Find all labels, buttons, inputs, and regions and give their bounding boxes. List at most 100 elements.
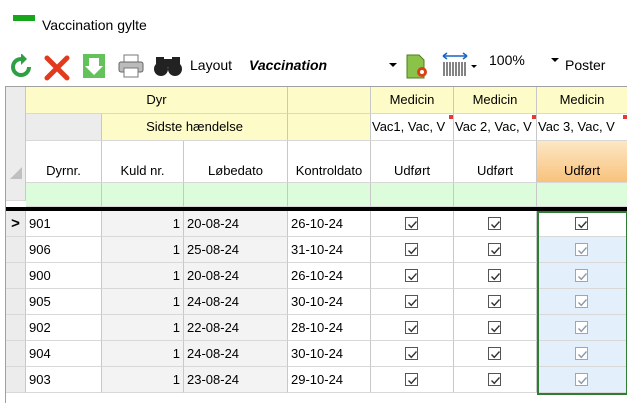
cell-udfort-1[interactable] <box>371 367 454 393</box>
checkbox[interactable] <box>405 321 418 334</box>
row-indicator[interactable] <box>6 263 26 289</box>
row-indicator[interactable] <box>6 315 26 341</box>
column-header-kuld-nr[interactable]: Kuld nr. <box>102 141 184 183</box>
cell-kuld-nr[interactable]: 1 <box>102 211 184 237</box>
cell-dyrnr[interactable]: 904 <box>26 341 102 367</box>
cell-dyrnr[interactable]: 900 <box>26 263 102 289</box>
checkbox[interactable] <box>488 243 501 256</box>
checkbox[interactable] <box>575 243 588 256</box>
cell-udfort-1[interactable] <box>371 211 454 237</box>
export-icon[interactable] <box>81 52 107 83</box>
cell-kontroldato[interactable]: 30-10-24 <box>288 341 371 367</box>
checkbox[interactable] <box>405 217 418 230</box>
checkbox[interactable] <box>488 295 501 308</box>
cell-kontroldato[interactable]: 31-10-24 <box>288 237 371 263</box>
cell-kontroldato[interactable]: 28-10-24 <box>288 315 371 341</box>
layout-select[interactable]: Vaccination <box>243 53 401 75</box>
row-indicator[interactable] <box>6 289 26 315</box>
cell-udfort-3[interactable] <box>537 367 627 393</box>
cell-lobedato[interactable]: 24-08-24 <box>184 289 288 315</box>
checkbox[interactable] <box>575 295 588 308</box>
filter-cell-dyrnr[interactable] <box>26 183 102 207</box>
zoom-select[interactable]: 100% <box>487 50 559 72</box>
cell-lobedato[interactable]: 25-08-24 <box>184 237 288 263</box>
cell-dyrnr[interactable]: 902 <box>26 315 102 341</box>
cell-udfort-1[interactable] <box>371 315 454 341</box>
cell-udfort-1[interactable] <box>371 341 454 367</box>
checkbox[interactable] <box>488 347 501 360</box>
cell-kontroldato[interactable]: 30-10-24 <box>288 289 371 315</box>
cell-lobedato[interactable]: 20-08-24 <box>184 211 288 237</box>
checkbox[interactable] <box>405 243 418 256</box>
cell-udfort-3[interactable] <box>537 263 627 289</box>
cell-udfort-2[interactable] <box>454 367 537 393</box>
checkbox[interactable] <box>488 269 501 282</box>
cell-kuld-nr[interactable]: 1 <box>102 367 184 393</box>
checkbox[interactable] <box>575 321 588 334</box>
filter-cell-udfort-2[interactable] <box>454 183 537 207</box>
checkbox[interactable] <box>488 217 501 230</box>
cell-udfort-2[interactable] <box>454 289 537 315</box>
cell-lobedato[interactable]: 23-08-24 <box>184 367 288 393</box>
checkbox[interactable] <box>405 373 418 386</box>
cell-kuld-nr[interactable]: 1 <box>102 315 184 341</box>
filter-cell-kontroldato[interactable] <box>288 183 371 207</box>
column-header-dyrnr[interactable]: Dyrnr. <box>26 141 102 183</box>
cell-dyrnr[interactable]: 905 <box>26 289 102 315</box>
checkbox[interactable] <box>405 295 418 308</box>
column-header-udfort-2[interactable]: Udført <box>454 141 537 183</box>
cell-kontroldato[interactable]: 26-10-24 <box>288 263 371 289</box>
cell-udfort-2[interactable] <box>454 315 537 341</box>
checkbox[interactable] <box>488 321 501 334</box>
cell-udfort-2[interactable] <box>454 211 537 237</box>
cell-udfort-3[interactable] <box>537 237 627 263</box>
cell-kuld-nr[interactable]: 1 <box>102 263 184 289</box>
checkbox[interactable] <box>405 269 418 282</box>
checkbox[interactable] <box>405 347 418 360</box>
cell-kuld-nr[interactable]: 1 <box>102 237 184 263</box>
cell-udfort-3[interactable] <box>537 211 627 237</box>
cell-udfort-3[interactable] <box>537 289 627 315</box>
cell-kuld-nr[interactable]: 1 <box>102 289 184 315</box>
filter-cell-udfort-3[interactable] <box>537 183 627 207</box>
binoculars-icon[interactable] <box>152 54 184 81</box>
checkbox[interactable] <box>575 347 588 360</box>
delete-icon[interactable] <box>43 54 71 85</box>
cell-udfort-2[interactable] <box>454 263 537 289</box>
checkbox[interactable] <box>488 373 501 386</box>
row-indicator[interactable] <box>6 341 26 367</box>
cell-udfort-3[interactable] <box>537 341 627 367</box>
column-width-icon[interactable] <box>440 52 480 81</box>
checkbox[interactable] <box>575 217 588 230</box>
row-indicator[interactable] <box>6 237 26 263</box>
cell-udfort-1[interactable] <box>371 289 454 315</box>
filter-cell-udfort-1[interactable] <box>371 183 454 207</box>
cell-udfort-2[interactable] <box>454 341 537 367</box>
cell-kuld-nr[interactable]: 1 <box>102 341 184 367</box>
filter-cell-kuld[interactable] <box>102 183 184 207</box>
column-header-udfort-1[interactable]: Udført <box>371 141 454 183</box>
cell-lobedato[interactable]: 24-08-24 <box>184 341 288 367</box>
filter-cell-lobedato[interactable] <box>184 183 288 207</box>
cell-lobedato[interactable]: 20-08-24 <box>184 263 288 289</box>
cell-udfort-3[interactable] <box>537 315 627 341</box>
cell-udfort-2[interactable] <box>454 237 537 263</box>
checkbox[interactable] <box>575 269 588 282</box>
cell-udfort-1[interactable] <box>371 237 454 263</box>
cell-dyrnr[interactable]: 906 <box>26 237 102 263</box>
row-indicator[interactable] <box>6 367 26 393</box>
cell-lobedato[interactable]: 22-08-24 <box>184 315 288 341</box>
layout-settings-icon[interactable] <box>402 51 432 84</box>
print-icon[interactable] <box>117 53 145 82</box>
cell-udfort-1[interactable] <box>371 263 454 289</box>
cell-kontroldato[interactable]: 26-10-24 <box>288 211 371 237</box>
cell-kontroldato[interactable]: 29-10-24 <box>288 367 371 393</box>
column-header-udfort-3[interactable]: Udført <box>537 141 627 183</box>
poster-button[interactable]: Poster <box>565 57 605 73</box>
row-indicator[interactable]: > <box>6 211 26 237</box>
column-header-lobedato[interactable]: Løbedato <box>184 141 288 183</box>
checkbox[interactable] <box>575 373 588 386</box>
refresh-icon[interactable] <box>8 53 34 83</box>
cell-dyrnr[interactable]: 901 <box>26 211 102 237</box>
column-header-kontroldato[interactable]: Kontroldato <box>288 141 371 183</box>
